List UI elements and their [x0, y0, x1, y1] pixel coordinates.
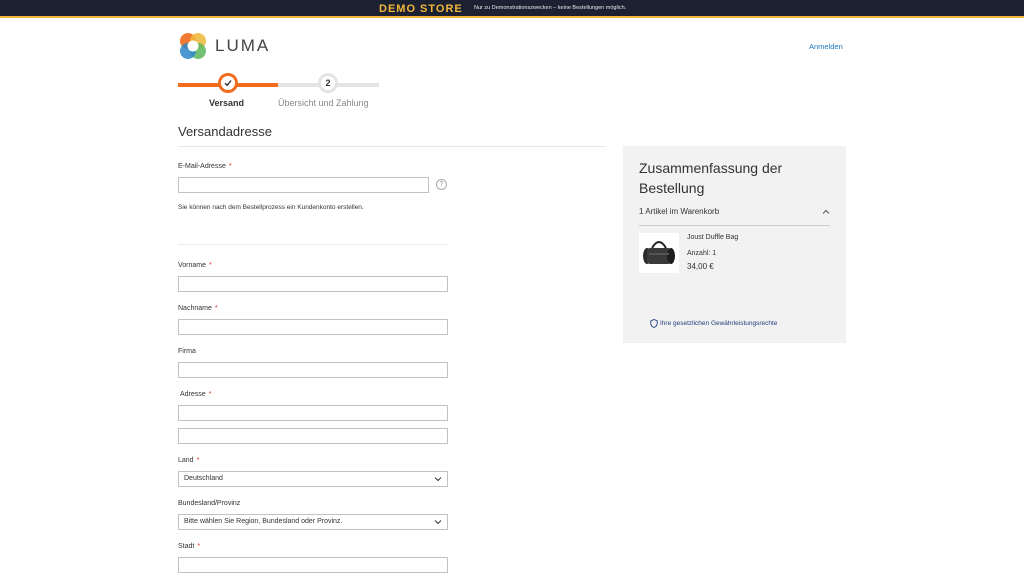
- chevron-down-icon: [434, 520, 442, 525]
- section-title: Versandadresse: [178, 124, 272, 139]
- region-select[interactable]: Bitte wählen Sie Region, Bundesland oder…: [178, 514, 448, 530]
- step-shipping-indicator: [218, 73, 238, 93]
- step-review-indicator: 2: [318, 73, 338, 93]
- summary-title: Zusammenfassung der Bestellung: [639, 160, 783, 196]
- checkmark-icon: [224, 80, 232, 87]
- step-shipping-label: Versand: [209, 98, 245, 108]
- company-field[interactable]: [178, 362, 448, 378]
- section-divider: [178, 146, 606, 147]
- cart-items-toggle[interactable]: 1 Artikel im Warenkorb: [639, 207, 830, 226]
- logo-text[interactable]: LUMA: [215, 36, 270, 56]
- country-label: Land *: [178, 457, 200, 464]
- product-name: Joust Duffle Bag: [687, 234, 739, 241]
- email-field[interactable]: [178, 177, 429, 193]
- demo-store-note: Nur zu Demonstrationszwecken – keine Bes…: [474, 5, 627, 11]
- form-divider: [178, 244, 448, 245]
- chevron-up-icon: [822, 209, 830, 214]
- address-line2-field[interactable]: [178, 428, 448, 444]
- chevron-down-icon: [434, 477, 442, 482]
- cart-count: 1 Artikel im Warenkorb: [639, 207, 720, 216]
- warranty-link-label: Ihre gesetzlichen Gewährleistungsrechte: [660, 320, 778, 327]
- product-price: 34,00 €: [687, 262, 714, 271]
- demo-store-bar: DEMO STORE Nur zu Demonstrationszwecken …: [0, 0, 1024, 18]
- region-select-value: Bitte wählen Sie Region, Bundesland oder…: [184, 518, 343, 525]
- city-field[interactable]: [178, 557, 448, 573]
- address-line1-field[interactable]: [178, 405, 448, 421]
- demo-store-title: DEMO STORE: [379, 3, 463, 15]
- product-thumbnail: [639, 233, 679, 273]
- email-hint: Sie können nach dem Bestellprozess ein K…: [178, 204, 364, 211]
- country-select-value: Deutschland: [184, 475, 223, 482]
- step-review-label: Übersicht und Zahlung: [278, 98, 369, 108]
- warranty-link[interactable]: Ihre gesetzlichen Gewährleistungsrechte: [650, 319, 778, 328]
- lastname-label: Nachname *: [178, 305, 218, 312]
- signin-link[interactable]: Anmelden: [809, 42, 843, 51]
- city-label: Stadt *: [178, 543, 201, 550]
- product-quantity: Anzahl: 1: [687, 250, 717, 257]
- region-label: Bundesland/Provinz: [178, 500, 241, 507]
- email-label: E-Mail-Adresse *: [178, 163, 232, 170]
- luma-logo-icon[interactable]: [178, 31, 208, 61]
- address-label: Adresse *: [180, 391, 212, 398]
- order-summary: Zusammenfassung der Bestellung 1 Artikel…: [623, 146, 846, 343]
- lastname-field[interactable]: [178, 319, 448, 335]
- firstname-field[interactable]: [178, 276, 448, 292]
- company-label: Firma: [178, 348, 196, 355]
- help-icon[interactable]: ?: [436, 179, 447, 190]
- country-select[interactable]: Deutschland: [178, 471, 448, 487]
- firstname-label: Vorname *: [178, 262, 212, 269]
- shield-icon: [650, 319, 658, 328]
